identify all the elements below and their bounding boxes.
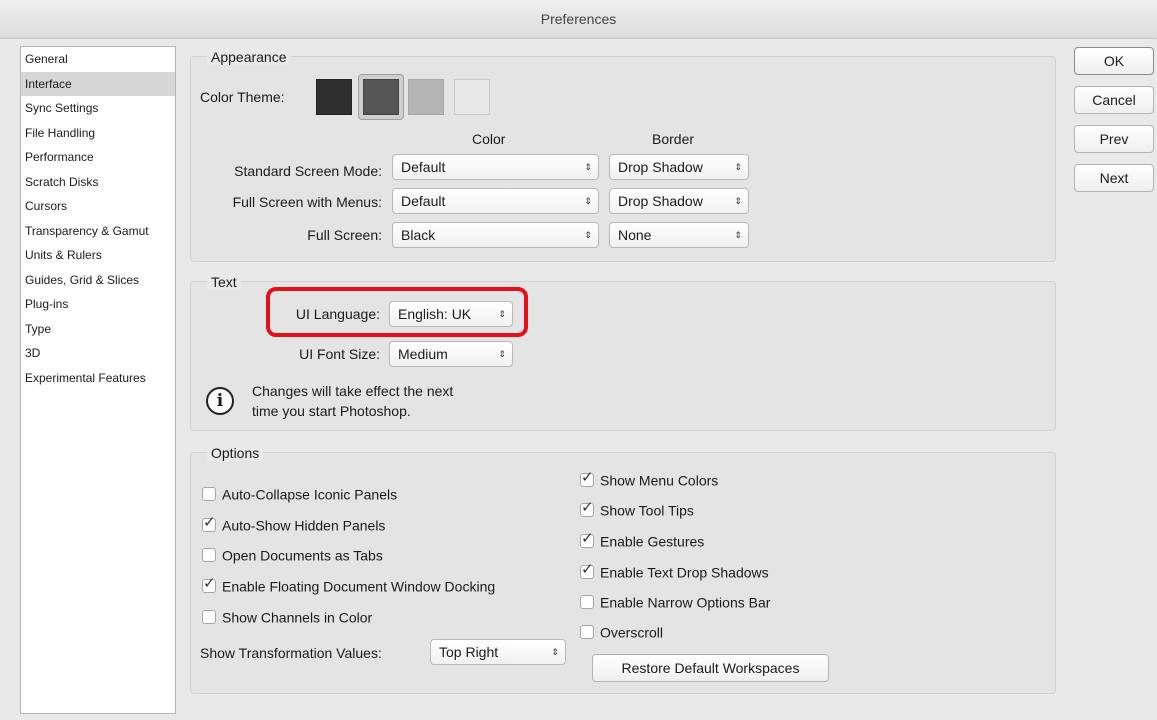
ui-font-size-value: Medium [398,346,448,362]
updown-arrows-icon: ⇕ [551,647,559,657]
ok-button[interactable]: OK [1074,47,1154,75]
transformation-values-value: Top Right [439,644,499,660]
full-screen-menus-label: Full Screen with Menus: [232,194,382,210]
enable-gestures-checkbox[interactable]: ✓ Enable Gestures [580,530,704,554]
full-screen-border-value: None [618,227,652,243]
updown-arrows-icon: ⇕ [584,162,592,172]
show-tool-tips-checkbox[interactable]: ✓ Show Tool Tips [580,499,694,523]
full-screen-label: Full Screen: [307,227,382,243]
standard-screen-border-value: Drop Shadow [618,159,703,175]
full-screen-menus-color-select[interactable]: Default ⇕ [392,188,599,214]
checkbox-box: ✓ [580,469,594,488]
color-theme-label: Color Theme: [200,89,285,105]
checkmark-icon: ✓ [203,514,216,532]
checkmark-icon: ✓ [581,561,594,579]
checkbox-box [202,487,216,502]
sidebar-item-guides-grid-slices[interactable]: Guides, Grid & Slices [21,268,175,293]
auto-collapse-iconic-panels-checkbox[interactable]: Auto-Collapse Iconic Panels [202,485,397,507]
updown-arrows-icon: ⇕ [734,196,742,206]
sidebar-item-sync-settings[interactable]: Sync Settings [21,96,175,121]
checkbox-box [202,610,216,625]
theme-swatch-darkest[interactable] [316,79,352,115]
show-transformation-values-label: Show Transformation Values: [200,645,382,661]
transformation-values-select[interactable]: Top Right ⇕ [430,639,566,665]
sidebar-item-experimental-features[interactable]: Experimental Features [21,366,175,391]
overscroll-checkbox[interactable]: Overscroll [580,623,663,645]
checkbox-box: ✓ [202,514,216,533]
enable-narrow-options-bar-checkbox[interactable]: Enable Narrow Options Bar [580,593,770,615]
sidebar-item-interface[interactable]: Interface [21,71,175,96]
full-screen-menus-color-value: Default [401,193,446,209]
checkmark-icon: ✓ [581,469,594,487]
sidebar-item-units-rulers[interactable]: Units & Rulers [21,243,175,268]
sidebar-item-scratch-disks[interactable]: Scratch Disks [21,170,175,195]
checkbox-box: ✓ [580,499,594,518]
checkbox-box: ✓ [580,561,594,580]
color-column-header: Color [472,131,506,147]
restart-notice-line-1: Changes will take effect the next [252,383,454,399]
sidebar-item-transparency-gamut[interactable]: Transparency & Gamut [21,219,175,244]
restore-default-workspaces-button[interactable]: Restore Default Workspaces [592,654,829,682]
checkbox-box: ✓ [580,530,594,549]
window-title-bar: Preferences [0,0,1157,39]
sidebar-item-file-handling[interactable]: File Handling [21,121,175,146]
checkbox-box: ✓ [202,575,216,594]
checkbox-box [202,548,216,563]
checkbox-box [580,625,594,640]
info-icon: i [206,387,234,415]
standard-screen-mode-label: Standard Screen Mode: [234,163,382,179]
enable-text-drop-shadows-checkbox[interactable]: ✓ Enable Text Drop Shadows [580,561,769,585]
updown-arrows-icon: ⇕ [584,230,592,240]
enable-floating-docking-checkbox[interactable]: ✓ Enable Floating Document Window Docking [202,575,495,599]
updown-arrows-icon: ⇕ [498,349,506,359]
standard-screen-color-value: Default [401,159,446,175]
checkmark-icon: ✓ [581,499,594,517]
preferences-sidebar: General Interface Sync Settings File Han… [20,46,176,714]
full-screen-menus-border-value: Drop Shadow [618,193,703,209]
standard-screen-color-select[interactable]: Default ⇕ [392,154,599,180]
checkmark-icon: ✓ [203,575,216,593]
updown-arrows-icon: ⇕ [734,162,742,172]
restart-notice: Changes will take effect the next time y… [252,381,453,421]
options-title: Options [207,445,264,461]
full-screen-menus-border-select[interactable]: Drop Shadow ⇕ [609,188,749,214]
cancel-button[interactable]: Cancel [1074,86,1154,114]
text-title: Text [207,274,241,290]
ui-font-size-select[interactable]: Medium ⇕ [389,341,513,367]
open-documents-as-tabs-checkbox[interactable]: Open Documents as Tabs [202,546,383,568]
sidebar-item-general[interactable]: General [21,47,175,72]
show-channels-in-color-checkbox[interactable]: Show Channels in Color [202,608,372,630]
sidebar-item-3d[interactable]: 3D [21,341,175,366]
window-title: Preferences [540,11,617,27]
restart-notice-line-2: time you start Photoshop. [252,403,411,419]
sidebar-item-cursors[interactable]: Cursors [21,194,175,219]
annotation-highlight-box [266,287,528,337]
checkmark-icon: ✓ [581,530,594,548]
theme-swatch-dark[interactable] [363,79,399,115]
full-screen-border-select[interactable]: None ⇕ [609,222,749,248]
theme-swatch-lightest[interactable] [454,79,490,115]
full-screen-color-value: Black [401,227,436,243]
theme-swatch-light[interactable] [408,79,444,115]
updown-arrows-icon: ⇕ [734,230,742,240]
sidebar-item-plug-ins[interactable]: Plug-ins [21,292,175,317]
border-column-header: Border [652,131,695,147]
ui-font-size-label: UI Font Size: [299,346,380,362]
standard-screen-border-select[interactable]: Drop Shadow ⇕ [609,154,749,180]
sidebar-item-type[interactable]: Type [21,317,175,342]
updown-arrows-icon: ⇕ [584,196,592,206]
full-screen-color-select[interactable]: Black ⇕ [392,222,599,248]
show-menu-colors-checkbox[interactable]: ✓ Show Menu Colors [580,469,718,493]
appearance-title: Appearance [207,49,291,65]
sidebar-item-performance[interactable]: Performance [21,145,175,170]
next-button[interactable]: Next [1074,164,1154,192]
prev-button[interactable]: Prev [1074,125,1154,153]
checkbox-box [580,595,594,610]
auto-show-hidden-panels-checkbox[interactable]: ✓ Auto-Show Hidden Panels [202,514,385,538]
